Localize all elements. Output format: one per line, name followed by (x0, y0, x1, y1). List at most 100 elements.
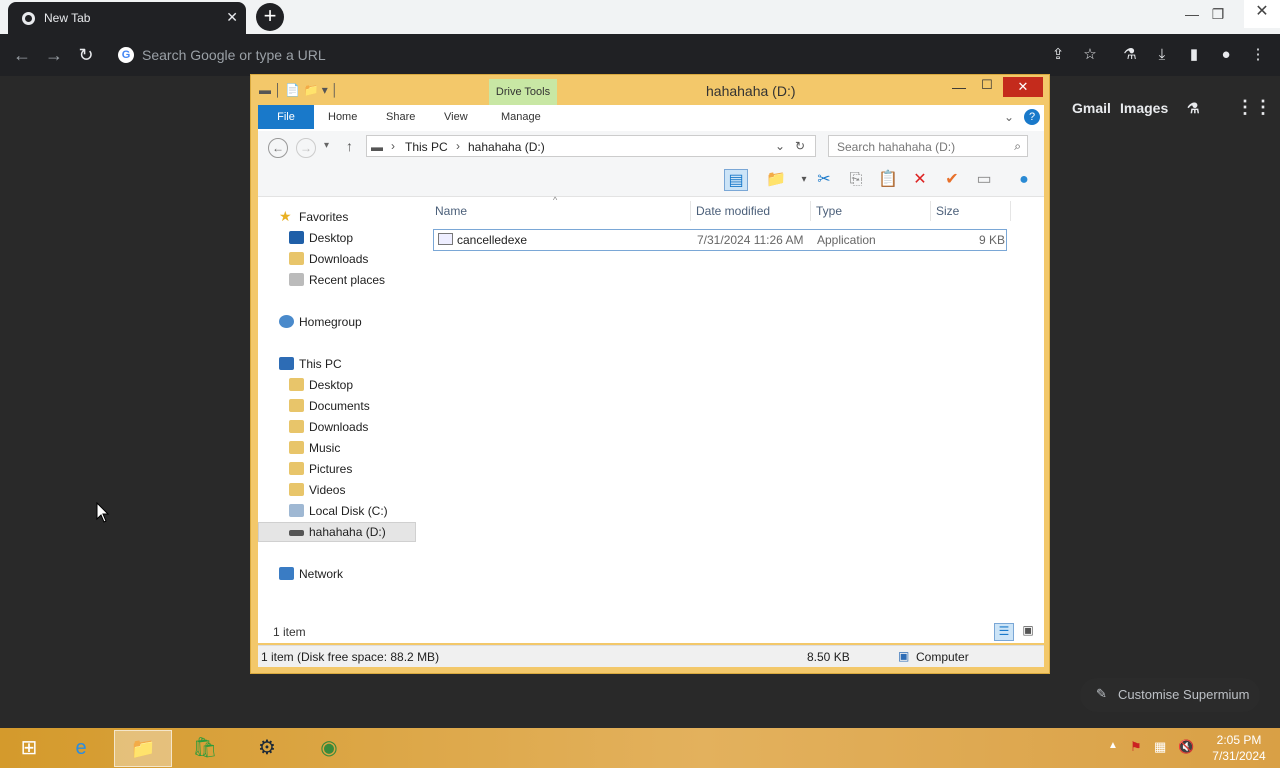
clock[interactable]: 2:05 PM 7/31/2024 (1204, 732, 1274, 764)
cut-icon[interactable]: ✂ (812, 169, 836, 191)
bookmark-star-icon[interactable]: ☆ (1079, 44, 1101, 66)
close-window-button[interactable]: ✕ (1244, 0, 1280, 28)
explorer-minimize-button[interactable]: — (949, 79, 969, 95)
nav-pc-pictures[interactable]: Pictures (258, 459, 416, 479)
column-divider[interactable] (690, 201, 691, 221)
tab-view[interactable]: View (444, 111, 468, 123)
gmail-link[interactable]: Gmail (1072, 100, 1111, 116)
nav-fav-desktop[interactable]: Desktop (258, 228, 416, 248)
nav-pc-downloads[interactable]: Downloads (258, 417, 416, 437)
delete-icon[interactable]: ✕ (908, 169, 932, 191)
column-divider[interactable] (930, 201, 931, 221)
explorer-maximize-button[interactable]: ☐ (977, 77, 997, 93)
file-row[interactable]: cancelledexe 7/31/2024 11:26 AM Applicat… (433, 229, 1007, 251)
tab-home[interactable]: Home (328, 111, 357, 123)
breadcrumb-this-pc[interactable]: This PC (405, 140, 448, 154)
large-icons-view-icon[interactable]: ▣ (1018, 623, 1038, 641)
globe-icon[interactable]: ● (1012, 169, 1036, 191)
extensions-icon[interactable]: ⚗ (1119, 44, 1141, 66)
breadcrumb-drive[interactable]: hahahaha (D:) (468, 140, 545, 154)
column-header-date[interactable]: Date modified (696, 204, 770, 218)
forward-icon[interactable]: → (296, 138, 316, 158)
volume-icon[interactable]: 🔇 (1178, 739, 1194, 755)
search-input[interactable]: Search hahahaha (D:) ⌕ (828, 135, 1028, 157)
internet-explorer-icon[interactable]: e (52, 730, 110, 767)
back-icon[interactable]: ← (10, 44, 34, 66)
nav-label: hahahaha (D:) (309, 525, 386, 539)
network-status-icon[interactable]: ▦ (1154, 739, 1166, 755)
tab-file[interactable]: File (258, 105, 314, 129)
apps-grid-icon[interactable]: ⋮⋮ (1236, 97, 1272, 118)
restore-button[interactable]: ❐ (1206, 4, 1230, 26)
help-icon[interactable]: ? (1024, 109, 1040, 125)
recent-locations-icon[interactable]: ▾ (324, 140, 329, 151)
nav-pc-local-disk[interactable]: Local Disk (C:) (258, 501, 416, 521)
download-icon[interactable]: ⤓ (1151, 44, 1173, 66)
profile-icon[interactable]: ● (1215, 44, 1237, 66)
column-divider[interactable] (1010, 201, 1011, 221)
start-button[interactable]: ⊞ (0, 730, 58, 767)
nav-pc-videos[interactable]: Videos (258, 480, 416, 500)
quick-access-toolbar[interactable]: ▬ │ 📄 📁 ▾ │ (259, 83, 339, 97)
side-panel-icon[interactable]: ▮ (1183, 44, 1205, 66)
browser-icon[interactable]: ◉ (300, 730, 358, 767)
rename-icon[interactable]: ▭ (972, 169, 996, 191)
new-tab-button[interactable]: + (256, 3, 284, 31)
back-icon[interactable]: ← (268, 138, 288, 158)
nav-this-pc[interactable]: This PC (258, 354, 416, 374)
copy-icon[interactable]: ⎘ (844, 169, 868, 191)
up-icon[interactable]: ↑ (346, 138, 353, 154)
tab-share[interactable]: Share (386, 111, 415, 123)
column-header-type[interactable]: Type (816, 204, 842, 218)
reload-icon[interactable]: ↻ (74, 44, 98, 66)
paste-icon[interactable]: 📋 (876, 169, 900, 191)
desktop-icon (289, 231, 304, 244)
preview-pane-icon[interactable]: ▤ (724, 169, 748, 191)
nav-fav-recent[interactable]: Recent places (258, 270, 416, 290)
nav-pc-desktop[interactable]: Desktop (258, 375, 416, 395)
explorer-window: ▬ │ 📄 📁 ▾ │ Drive Tools hahahaha (D:) — … (250, 74, 1050, 674)
menu-icon[interactable]: ⋮ (1247, 44, 1269, 66)
ribbon-expand-icon[interactable]: ⌄ (1004, 110, 1014, 124)
checkmark-icon[interactable]: ✔ (940, 169, 964, 191)
file-explorer-icon[interactable]: 📁 (114, 730, 172, 767)
images-link[interactable]: Images (1120, 100, 1168, 116)
nav-pc-drive-d[interactable]: hahahaha (D:) (258, 522, 416, 542)
ribbon-tabs: File Home Share View Manage ⌄ ? (258, 105, 1044, 131)
new-folder-icon[interactable]: 📁 (764, 169, 788, 191)
address-dropdown-icon[interactable]: ⌄ (775, 139, 785, 153)
address-row: ← → ▾ ↑ ▬ › This PC › hahahaha (D:) ⌄ ↻ … (258, 131, 1044, 163)
column-header-name[interactable]: Name (435, 204, 467, 218)
nav-favorites[interactable]: ★ Favorites (258, 207, 416, 227)
labs-icon[interactable]: ⚗ (1187, 100, 1200, 117)
details-view-icon[interactable]: ☰ (994, 623, 1014, 641)
drive-icon: ▬ (371, 140, 383, 154)
steam-icon[interactable]: ⚙ (238, 730, 296, 767)
forward-icon[interactable]: → (42, 44, 66, 66)
column-header-size[interactable]: Size (936, 204, 959, 218)
address-bar[interactable]: ▬ › This PC › hahahaha (D:) ⌄ ↻ (366, 135, 816, 157)
nav-pc-music[interactable]: Music (258, 438, 416, 458)
homegroup-icon (279, 315, 294, 328)
nav-fav-downloads[interactable]: Downloads (258, 249, 416, 269)
nav-pc-documents[interactable]: Documents (258, 396, 416, 416)
tab-manage[interactable]: Manage (501, 111, 541, 123)
item-count-bar: 1 item ☰ ▣ (258, 621, 1044, 643)
store-icon[interactable]: 🛍 (176, 730, 234, 767)
show-hidden-icons-icon[interactable]: ▲ (1108, 740, 1118, 751)
nav-network[interactable]: Network (258, 564, 416, 584)
explorer-close-button[interactable]: ✕ (1003, 77, 1043, 97)
action-center-icon[interactable]: ⚑ (1130, 739, 1142, 755)
drive-icon (289, 530, 304, 536)
minimize-button[interactable]: — (1180, 4, 1204, 26)
tab-new-tab[interactable]: New Tab ✕ (8, 2, 246, 34)
column-divider[interactable] (810, 201, 811, 221)
refresh-icon[interactable]: ↻ (795, 139, 805, 153)
recent-places-icon (289, 273, 304, 286)
customise-button[interactable]: ✎ Customise Supermium (1080, 678, 1260, 712)
close-tab-icon[interactable]: ✕ (226, 9, 238, 26)
nav-homegroup[interactable]: Homegroup (258, 312, 416, 332)
share-icon[interactable]: ⇪ (1047, 44, 1069, 66)
omnibox[interactable]: G Search Google or type a URL (110, 41, 1100, 69)
tab-strip: New Tab ✕ + — ❐ ✕ (0, 0, 1280, 34)
